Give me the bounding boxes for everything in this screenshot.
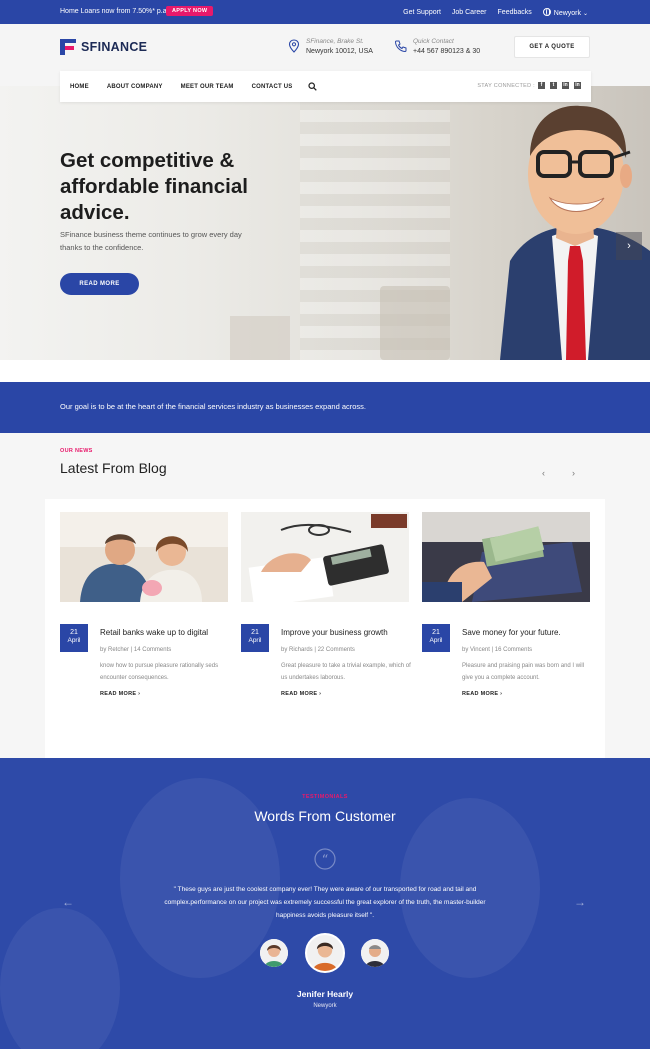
blog-next-arrow-icon[interactable]: › bbox=[572, 468, 575, 478]
post-day: 21 bbox=[70, 629, 78, 636]
testimonial-prev-arrow-icon[interactable]: ← bbox=[62, 895, 74, 909]
blog-image-couple[interactable] bbox=[60, 512, 228, 602]
testimonial-next-arrow-icon[interactable]: → bbox=[574, 895, 586, 909]
feedbacks-link[interactable]: Feedbacks bbox=[498, 9, 532, 16]
testimonial-kicker: TESTIMONIALS bbox=[302, 794, 348, 800]
blog-card: 21 April Improve your business growth by… bbox=[241, 512, 411, 697]
logo-text: SFINANCE bbox=[81, 40, 148, 54]
globe-icon bbox=[542, 8, 551, 16]
post-meta: by Richards | 22 Comments bbox=[281, 647, 355, 653]
linkedin-icon[interactable]: in bbox=[562, 82, 569, 89]
customer-avatar[interactable] bbox=[361, 939, 389, 967]
hero-read-more-button[interactable]: READ MORE bbox=[60, 273, 139, 295]
nav-item-home[interactable]: HOME bbox=[70, 84, 89, 90]
location-selector[interactable]: Newyork ⌄ bbox=[542, 8, 588, 17]
facebook-icon[interactable]: f bbox=[538, 82, 545, 89]
stay-connected-label: STAY CONNECTED : bbox=[477, 83, 535, 89]
search-icon[interactable] bbox=[308, 82, 318, 91]
post-meta: by Vincent | 16 Comments bbox=[462, 647, 533, 653]
post-day: 21 bbox=[432, 629, 440, 636]
hero-next-arrow-icon[interactable]: › bbox=[616, 232, 642, 260]
address-label: SFinance, Brake St. bbox=[306, 38, 364, 45]
blog-title: Latest From Blog bbox=[60, 460, 167, 476]
goal-banner: Our goal is to be at the heart of the fi… bbox=[0, 382, 650, 433]
nav-item-meet-our-team[interactable]: MEET OUR TEAM bbox=[181, 84, 234, 90]
hero-businessman-image bbox=[500, 105, 650, 360]
job-career-link[interactable]: Job Career bbox=[452, 9, 487, 16]
twitter-icon[interactable]: t bbox=[550, 82, 557, 89]
address-value: Newyork 10012, USA bbox=[306, 48, 373, 55]
hero-title: Get competitive & affordable financial a… bbox=[60, 149, 248, 224]
blog-prev-arrow-icon[interactable]: ‹ bbox=[542, 468, 545, 478]
customer-name: Jenifer Hearly bbox=[296, 989, 354, 999]
blog-image-wallet[interactable] bbox=[422, 512, 590, 602]
testimonial-section: TESTIMONIALS Words From Customer “ " The… bbox=[0, 758, 650, 1049]
post-read-more-link[interactable]: READ MORE › bbox=[462, 691, 502, 697]
blog-image-calculator[interactable] bbox=[241, 512, 409, 608]
post-read-more-link[interactable]: READ MORE › bbox=[100, 691, 140, 697]
hero-subtitle: SFinance business theme continues to gro… bbox=[60, 230, 242, 252]
post-title[interactable]: Save money for your future. bbox=[462, 628, 561, 637]
post-day: 21 bbox=[251, 629, 259, 636]
blog-card: 21 April Retail banks wake up to digital… bbox=[60, 512, 228, 697]
top-bar: Home Loans now from 7.50%* p.a. APPLY NO… bbox=[0, 0, 650, 24]
customer-avatar-active[interactable] bbox=[305, 933, 345, 973]
post-date-badge: 21 April bbox=[60, 624, 88, 652]
logo-icon bbox=[60, 39, 76, 55]
svg-text:“: “ bbox=[322, 853, 329, 868]
customer-avatar[interactable] bbox=[260, 939, 288, 967]
post-title[interactable]: Retail banks wake up to digital bbox=[100, 628, 208, 637]
map-pin-icon bbox=[288, 39, 300, 53]
testimonial-title: Words From Customer bbox=[254, 808, 396, 824]
phone-icon bbox=[394, 40, 407, 53]
post-month: April bbox=[248, 637, 262, 644]
contact-label: Quick Contact bbox=[413, 38, 454, 45]
linkedin-icon-2[interactable]: in bbox=[574, 82, 581, 89]
goal-text: Our goal is to be at the heart of the fi… bbox=[60, 402, 366, 411]
quote-icon: “ bbox=[314, 848, 336, 870]
post-meta: by Retcher | 14 Comments bbox=[100, 647, 172, 653]
hero-banner: Get competitive & affordable financial a… bbox=[0, 86, 650, 360]
post-title[interactable]: Improve your business growth bbox=[281, 628, 388, 637]
promo-text: Home Loans now from 7.50%* p.a. bbox=[60, 8, 169, 15]
get-a-quote-button[interactable]: GET A QUOTE bbox=[514, 36, 590, 58]
post-excerpt: know how to pursue pleasure rationally s… bbox=[100, 663, 219, 681]
testimonial-quote: " These guys are just the coolest compan… bbox=[164, 886, 486, 919]
top-links: Get Support Job Career Feedbacks Newyork… bbox=[403, 8, 588, 17]
get-support-link[interactable]: Get Support bbox=[403, 9, 441, 16]
customer-location: Newyork bbox=[313, 1003, 337, 1009]
location-label: Newyork bbox=[553, 10, 582, 17]
address-block: SFinance, Brake St. Newyork 10012, USA bbox=[287, 38, 373, 55]
nav-item-contact-us[interactable]: CONTACT US bbox=[252, 84, 293, 90]
main-nav: HOME ABOUT COMPANY MEET OUR TEAM CONTACT… bbox=[60, 71, 591, 102]
nav-item-about-company[interactable]: ABOUT COMPANY bbox=[107, 84, 163, 90]
apply-now-button[interactable]: APPLY NOW bbox=[166, 6, 214, 16]
blog-kicker: OUR NEWS bbox=[60, 448, 93, 454]
logo[interactable]: SFINANCE bbox=[60, 39, 147, 55]
post-date-badge: 21 April bbox=[241, 624, 269, 652]
post-date-badge: 21 April bbox=[422, 624, 450, 652]
post-excerpt: Pleasure and praising pain was born and … bbox=[462, 663, 585, 681]
blog-section: OUR NEWS Latest From Blog ‹ › 21 April R… bbox=[0, 433, 650, 758]
blog-card: 21 April Save money for your future. by … bbox=[422, 512, 590, 697]
post-excerpt: Great pleasure to take a trivial example… bbox=[281, 663, 411, 681]
blog-cards: 21 April Retail banks wake up to digital… bbox=[45, 499, 605, 758]
quick-contact-block: Quick Contact +44 567 890123 & 30 bbox=[394, 38, 480, 55]
contact-value: +44 567 890123 & 30 bbox=[413, 48, 481, 55]
chevron-down-icon: ⌄ bbox=[582, 11, 588, 17]
post-month: April bbox=[67, 637, 81, 644]
post-month: April bbox=[429, 637, 443, 644]
post-read-more-link[interactable]: READ MORE › bbox=[281, 691, 321, 697]
